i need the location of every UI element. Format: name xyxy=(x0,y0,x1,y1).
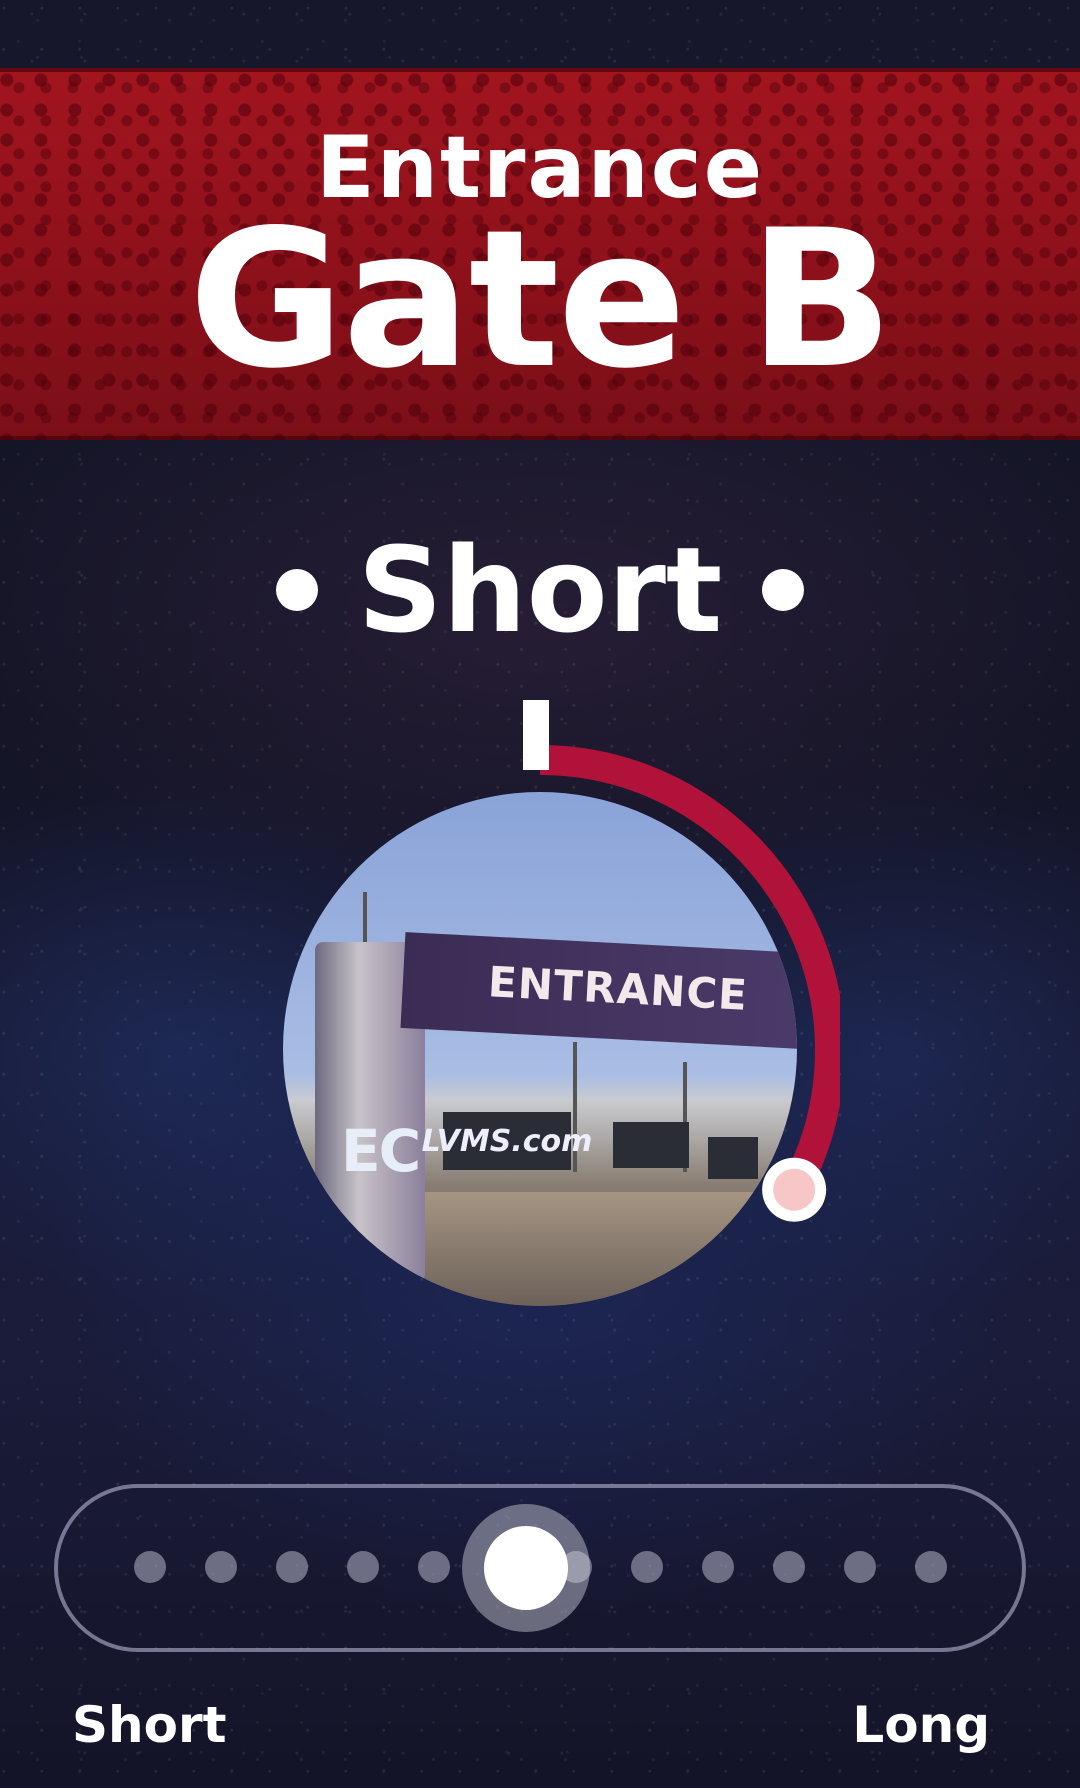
gate-title: Gate B xyxy=(188,189,894,410)
bullet-dot-icon xyxy=(275,569,318,611)
slider-step-dot[interactable] xyxy=(702,1551,734,1583)
slider-step-dot[interactable] xyxy=(915,1551,947,1583)
bullet-dot-icon xyxy=(762,569,805,611)
billboard: LVMS.com xyxy=(422,1112,592,1170)
wait-label: Short xyxy=(357,521,723,659)
slider-thumb-center xyxy=(484,1526,568,1610)
slider-step-dot[interactable] xyxy=(418,1551,450,1583)
gauge-start-marker xyxy=(523,700,549,770)
slider-step-dot[interactable] xyxy=(276,1551,308,1583)
tower-logo: EC xyxy=(341,1117,421,1185)
slider-step-dot[interactable] xyxy=(773,1551,805,1583)
wait-status: Short xyxy=(0,530,1080,650)
slider-step-dot[interactable] xyxy=(844,1551,876,1583)
billboard xyxy=(613,1122,689,1168)
slider-min-label: Short xyxy=(72,1696,227,1754)
slider-thumb[interactable] xyxy=(462,1504,590,1632)
slider-max-label: Long xyxy=(852,1696,990,1754)
slider-step-dot[interactable] xyxy=(205,1551,237,1583)
slider-step-dot[interactable] xyxy=(134,1551,166,1583)
screen: Entrance Gate B Short EC ENTRANCE LVMS.c… xyxy=(0,0,1080,1788)
entrance-photo: EC ENTRANCE LVMS.com xyxy=(283,792,797,1306)
slider-step-dot[interactable] xyxy=(347,1551,379,1583)
billboard xyxy=(708,1137,758,1179)
slider-step-dot[interactable] xyxy=(631,1551,663,1583)
